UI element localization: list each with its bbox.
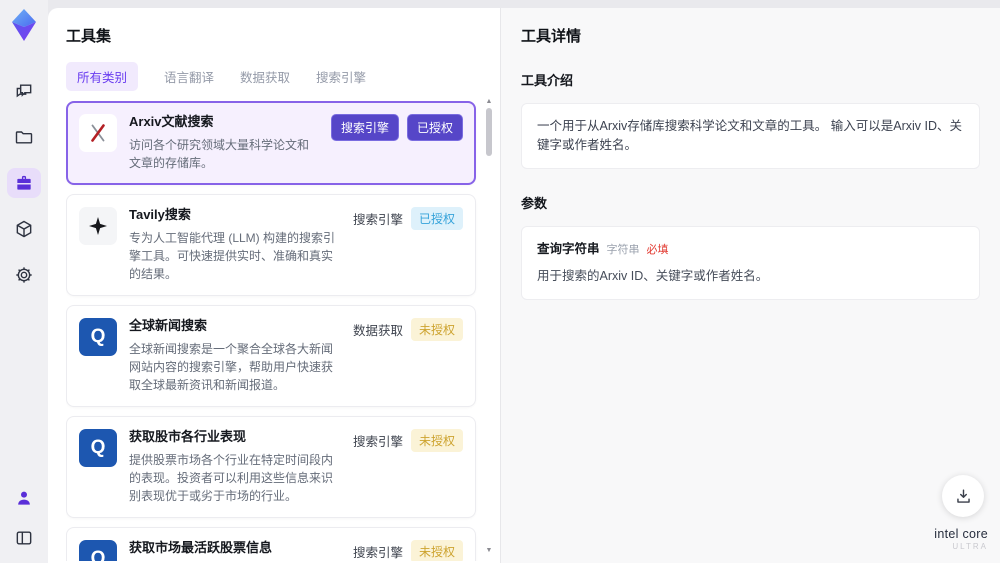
status-badge: 未授权 (410, 428, 463, 452)
tool-card-arxiv[interactable]: Arxiv文献搜索 访问各个研究领域大量科学论文和文章的存储库。 搜索引擎 已授… (66, 101, 476, 185)
scrollbar-thumb[interactable] (486, 108, 492, 156)
param-required-badge: 必填 (646, 243, 669, 256)
download-icon (956, 488, 970, 503)
status-badge[interactable]: 已授权 (406, 114, 463, 141)
param-name: 查询字符串 (537, 241, 600, 256)
tool-title: 获取股市各行业表现 (129, 428, 247, 444)
intel-core-logo: intel core ultra (934, 527, 988, 551)
params-heading: 参数 (521, 195, 548, 211)
category-tag[interactable]: 搜索引擎 (330, 114, 399, 141)
intel-core-text: intel core (934, 527, 988, 541)
tool-description: 提供股票市场各个行业在特定时间段内的表现。投资者可以利用这些信息来识别表现优于或… (129, 452, 334, 503)
folder-icon (15, 131, 33, 144)
toolbox-icon (17, 175, 31, 190)
chat-icon (16, 84, 32, 98)
param-type: 字符串 (606, 243, 640, 256)
tavily-logo-icon (79, 206, 117, 245)
tool-description: 全球新闻搜索是一个聚合全球各大新闻网站内容的搜索引擎，帮助用户快速获取全球最新资… (129, 341, 334, 392)
param-box: 查询字符串 字符串 必填 用于搜索的Arxiv ID、关键字或作者姓名。 (521, 225, 980, 300)
list-scrollbar[interactable]: ▲ ▼ (485, 98, 493, 555)
sidebar-item-account[interactable] (7, 483, 41, 513)
tab-language-translation[interactable]: 语言翻译 (164, 67, 214, 86)
stock-logo-glyph: Q (90, 548, 106, 561)
download-button[interactable] (942, 475, 984, 517)
tool-card-global-news[interactable]: Q 全球新闻搜索 全球新闻搜索是一个聚合全球各大新闻网站内容的搜索引擎，帮助用户… (66, 304, 476, 407)
tab-data-acquisition[interactable]: 数据获取 (240, 67, 290, 86)
category-tag: 搜索引擎 (352, 434, 403, 449)
intro-heading: 工具介绍 (521, 73, 574, 88)
app-logo-icon (12, 9, 36, 41)
status-badge: 未授权 (410, 539, 463, 561)
sidebar-item-tools[interactable] (7, 168, 41, 198)
arxiv-logo-icon (79, 114, 117, 152)
tool-card-most-active-stocks[interactable]: Q 获取市场最活跃股票信息 提供当天交易量最高的股票列表。投资者可以利用这些信息… (66, 526, 476, 561)
status-badge: 已授权 (410, 206, 463, 230)
tool-description: 专为人工智能代理 (LLM) 构建的搜索引擎工具。可快速提供实时、准确和真实的结… (129, 230, 336, 281)
status-badge: 未授权 (410, 317, 463, 341)
news-logo-icon: Q (79, 317, 117, 356)
sidebar-item-files[interactable] (7, 122, 41, 152)
tool-title: 获取市场最活跃股票信息 (129, 539, 273, 555)
tool-title: Arxiv文献搜索 (129, 114, 214, 129)
panel-layout-icon (16, 531, 32, 545)
sidebar-item-collapse[interactable] (7, 523, 41, 553)
content-shell: 工具集 所有类别 语言翻译 数据获取 搜索引擎 Arxiv文献搜索 访问各个研究… (48, 8, 1000, 563)
scroll-down-icon[interactable]: ▼ (485, 547, 493, 555)
tool-card-list: Arxiv文献搜索 访问各个研究领域大量科学论文和文章的存储库。 搜索引擎 已授… (66, 101, 500, 561)
cube-icon (16, 220, 32, 238)
stock-logo-icon: Q (79, 428, 117, 467)
tool-list-panel: 工具集 所有类别 语言翻译 数据获取 搜索引擎 Arxiv文献搜索 访问各个研究… (48, 8, 500, 563)
tool-intro-box: 一个用于从Arxiv存储库搜索科学论文和文章的工具。 输入可以是Arxiv ID… (521, 103, 980, 169)
stock-logo-icon: Q (79, 539, 117, 561)
category-tag: 搜索引擎 (352, 545, 403, 560)
news-logo-glyph: Q (90, 326, 106, 348)
stock-logo-glyph: Q (90, 437, 106, 459)
sidebar-item-settings[interactable] (7, 260, 41, 290)
scroll-up-icon[interactable]: ▲ (485, 98, 493, 106)
tool-detail-panel: 工具详情 工具介绍 一个用于从Arxiv存储库搜索科学论文和文章的工具。 输入可… (500, 8, 1000, 563)
sidebar-item-chat[interactable] (7, 76, 41, 106)
gear-icon (16, 267, 32, 283)
page-title: 工具集 (66, 28, 112, 45)
param-description: 用于搜索的Arxiv ID、关键字或作者姓名。 (537, 269, 769, 284)
tool-card-tavily[interactable]: Tavily搜索 专为人工智能代理 (LLM) 构建的搜索引擎工具。可快速提供实… (66, 193, 476, 296)
app-sidebar (0, 0, 48, 563)
tool-title: Tavily搜索 (129, 206, 191, 222)
category-tag: 数据获取 (352, 323, 403, 338)
intel-ultra-text: ultra (952, 542, 988, 551)
tool-description: 访问各个研究领域大量科学论文和文章的存储库。 (129, 137, 310, 170)
category-tag: 搜索引擎 (352, 212, 403, 227)
tab-search-engine[interactable]: 搜索引擎 (316, 67, 366, 86)
tool-card-sector-performance[interactable]: Q 获取股市各行业表现 提供股票市场各个行业在特定时间段内的表现。投资者可以利用… (66, 415, 476, 518)
sidebar-item-models[interactable] (7, 214, 41, 244)
tab-all-categories[interactable]: 所有类别 (66, 61, 139, 91)
tool-title: 全球新闻搜索 (129, 317, 208, 333)
user-icon (18, 491, 30, 505)
detail-title: 工具详情 (521, 28, 582, 45)
category-tabs: 所有类别 语言翻译 数据获取 搜索引擎 (66, 61, 500, 91)
